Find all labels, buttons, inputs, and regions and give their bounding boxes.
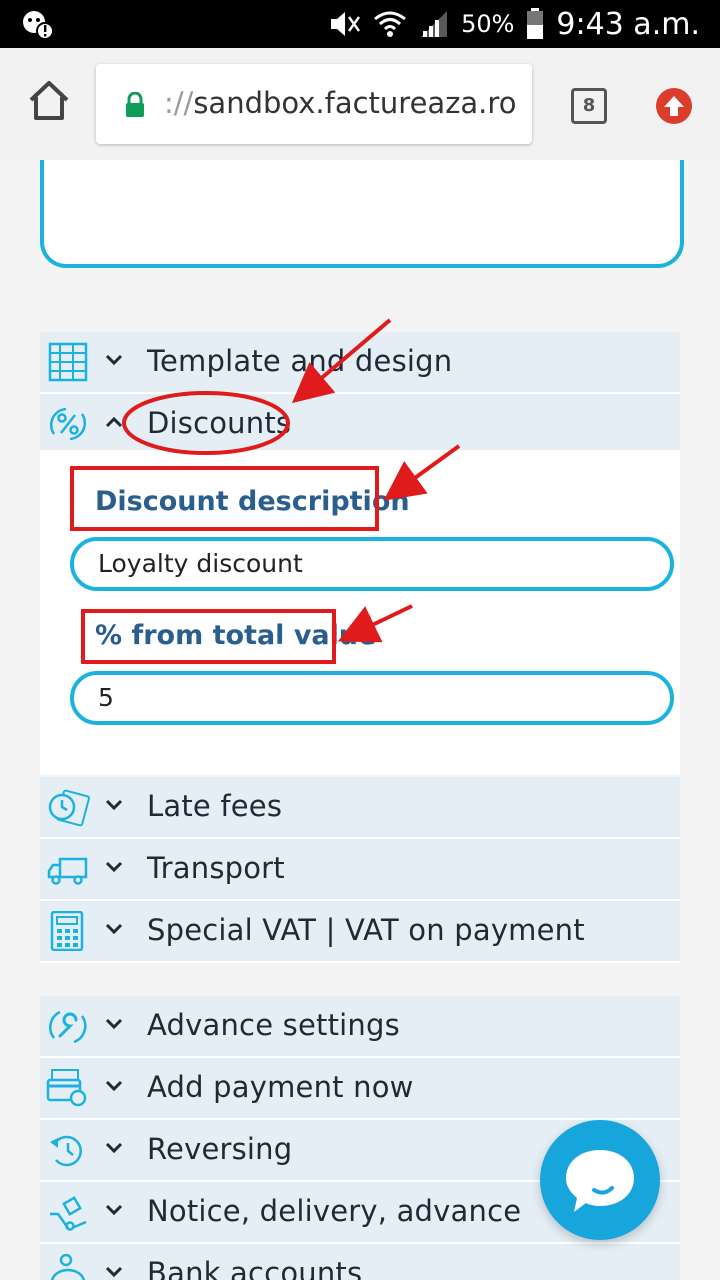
page-content: Template and design Discounts Discount d… [0,160,720,1280]
battery-icon [527,8,544,39]
discounts-panel: Discount description Loyalty discount % … [40,450,680,775]
section-special-vat[interactable]: Special VAT | VAT on payment [40,901,680,963]
wrench-icon [49,1010,87,1044]
section-late-fees[interactable]: Late fees [40,777,680,839]
section-label: Special VAT | VAT on payment [147,913,585,947]
chevron-up-icon [105,416,123,428]
section-label: Advance settings [147,1008,400,1042]
address-bar[interactable]: ://sandbox.factureaza.ro [96,64,532,144]
payment-card-icon [46,1069,87,1107]
chat-button[interactable] [540,1120,660,1240]
piggy-bank-icon [50,1254,86,1280]
percent-icon [49,407,87,441]
section-label: Late fees [147,789,283,823]
url-text: ://sandbox.factureaza.ro [164,86,517,120]
wifi-icon [374,11,406,37]
section-label: Transport [147,851,285,885]
section-label: Bank accounts [147,1256,363,1280]
discount-description-input[interactable]: Loyalty discount [70,537,674,591]
section-template-and-design[interactable]: Template and design [40,332,680,394]
percent-total-label: % from total value [95,620,377,651]
chevron-down-icon [105,1266,123,1278]
section-label: Template and design [147,344,453,378]
hand-truck-icon [50,1196,87,1231]
arrow-up-icon [664,96,684,116]
mute-icon [331,12,361,36]
chat-bubble-icon [566,1150,634,1212]
section-add-payment-now[interactable]: Add payment now [40,1058,680,1120]
home-icon[interactable] [26,78,72,124]
calculator-icon [50,911,84,951]
notes-textarea[interactable] [40,160,684,268]
browser-toolbar: ://sandbox.factureaza.ro 8 [0,48,720,206]
status-bar: 50% 9:43 a.m. [0,0,720,48]
section-group-top: Template and design Discounts [40,332,680,456]
table-icon [48,342,88,382]
signal-icon [421,11,448,37]
notification-alert-icon [23,11,54,40]
update-button[interactable] [656,88,692,124]
truck-icon [47,857,88,885]
chevron-down-icon [105,923,123,935]
chevron-down-icon [105,1204,123,1216]
chevron-down-icon [105,799,123,811]
reverse-arrow-icon [50,1135,82,1167]
section-label: Notice, delivery, advance [147,1194,522,1228]
chevron-down-icon [105,1080,123,1092]
percent-total-input[interactable]: 5 [70,671,674,725]
battery-percent: 50% [461,10,515,38]
lock-icon [126,92,144,117]
chevron-down-icon [105,861,123,873]
section-bank-accounts[interactable]: Bank accounts [40,1244,680,1280]
section-label: Reversing [147,1132,293,1166]
section-label: Discounts [147,406,292,440]
section-transport[interactable]: Transport [40,839,680,901]
section-discounts[interactable]: Discounts [40,394,680,456]
tab-switcher-button[interactable]: 8 [571,88,607,124]
discount-description-label: Discount description [95,486,410,517]
section-group-middle: Late fees Transport Special VAT | VAT on… [40,777,680,963]
section-label: Add payment now [147,1070,414,1104]
chevron-down-icon [105,1018,123,1030]
chevron-down-icon [105,354,123,366]
clock-money-icon [48,789,90,827]
chevron-down-icon [105,1142,123,1154]
section-advance-settings[interactable]: Advance settings [40,996,680,1058]
clock: 9:43 a.m. [556,6,700,42]
